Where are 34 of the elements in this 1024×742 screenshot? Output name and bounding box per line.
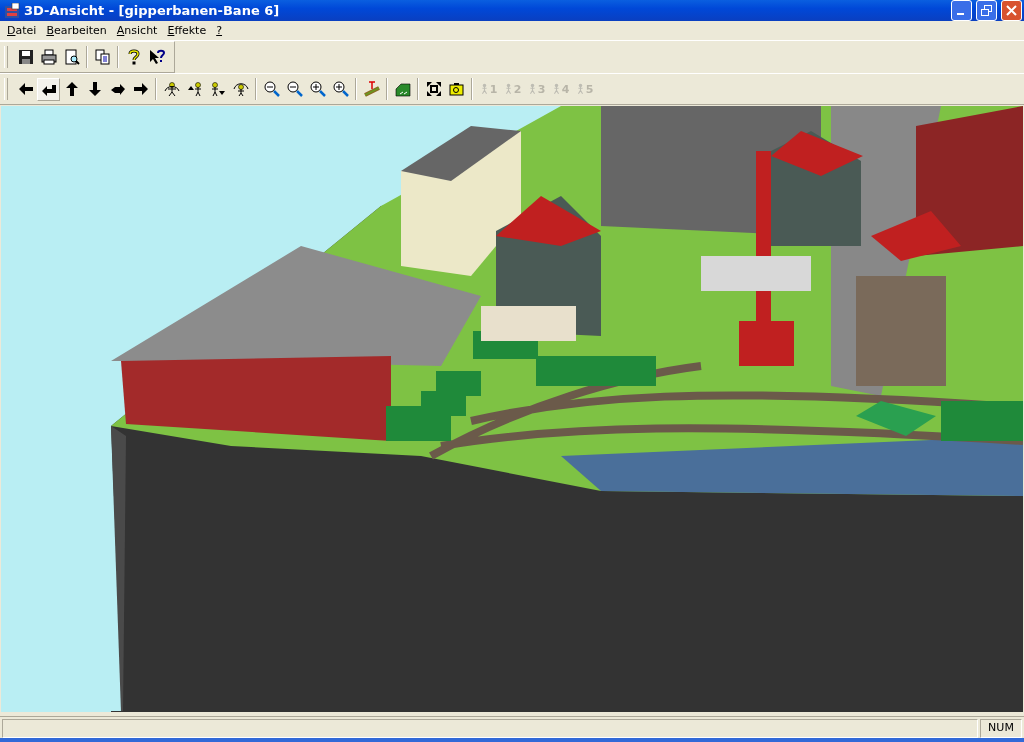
arrow-right-icon (132, 81, 149, 98)
menu-item[interactable]: Datei (2, 24, 42, 38)
toolbar-button[interactable] (37, 77, 60, 101)
restore-button[interactable] (976, 0, 997, 21)
save-icon (17, 49, 34, 66)
app-icon (4, 2, 20, 19)
menu-item[interactable]: Bearbeiten (41, 24, 112, 38)
track-icon (363, 81, 380, 98)
pointer-question-icon (148, 49, 165, 66)
figure-icon (232, 81, 249, 98)
menu-item[interactable]: Ansicht (111, 24, 163, 38)
zoom-in-icon (309, 81, 326, 98)
fit-view-icon (425, 81, 442, 98)
close-button[interactable] (1001, 0, 1022, 21)
menu-item[interactable]: Effekte (162, 24, 212, 38)
menu-item[interactable]: ? (211, 24, 228, 38)
restore-icon (981, 5, 992, 16)
terrain-icon (394, 81, 411, 98)
figure-icon (186, 81, 203, 98)
zoom-out-icon (286, 81, 303, 98)
camera-icon (448, 81, 465, 98)
copy-icon (94, 49, 111, 66)
close-icon (1006, 5, 1017, 16)
print-preview-icon (63, 49, 80, 66)
3d-scene-drawing[interactable] (1, 106, 1023, 713)
printer-icon (40, 49, 57, 66)
zoom-out-icon (263, 81, 280, 98)
status-text: NUM (980, 719, 1022, 739)
figure-icon (209, 81, 226, 98)
window-title: 3D-Ansicht - [gipperbanen-Bane 6] (24, 3, 281, 18)
minimize-icon (956, 13, 964, 15)
figure-icon (163, 81, 180, 98)
minimize-button[interactable] (951, 0, 972, 21)
zoom-in-icon (332, 81, 349, 98)
